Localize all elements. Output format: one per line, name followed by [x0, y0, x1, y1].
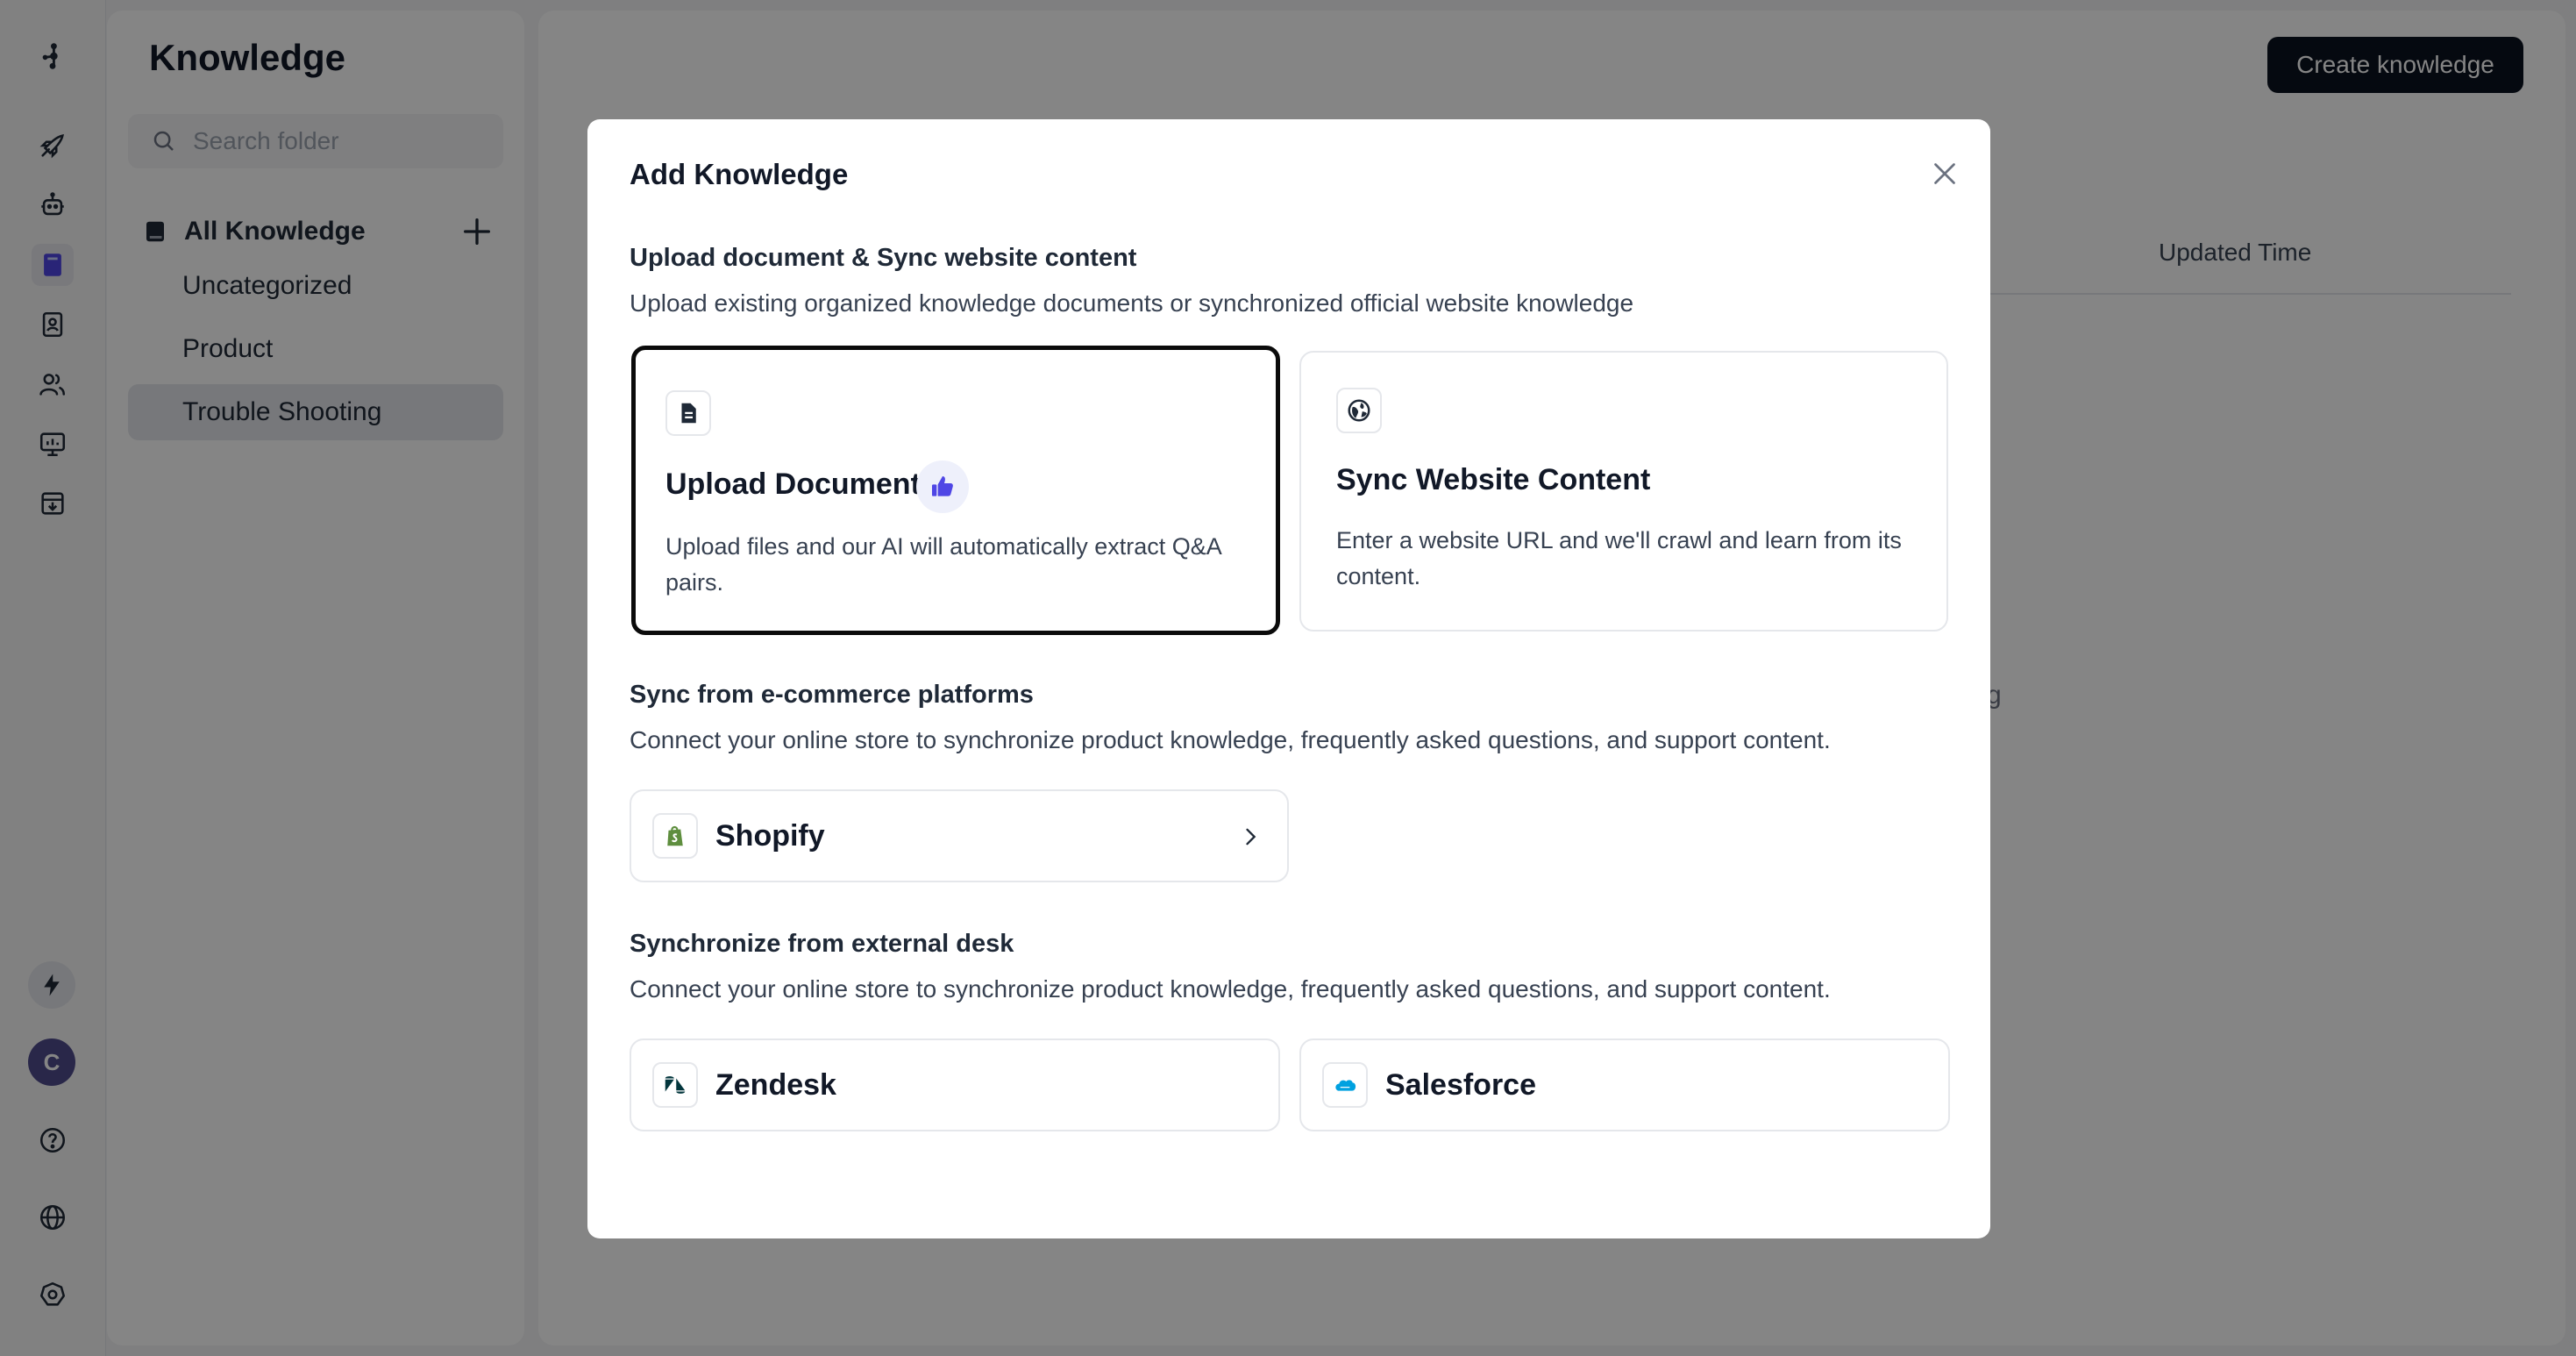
salesforce-option[interactable]: Salesforce: [1299, 1038, 1950, 1131]
upload-document-card[interactable]: Upload Document Upload files and our AI …: [631, 346, 1280, 635]
zendesk-label: Zendesk: [715, 1068, 836, 1102]
section-desc-desk: Connect your online store to synchronize…: [630, 975, 1831, 1003]
shopify-option[interactable]: Shopify: [630, 789, 1289, 882]
sync-website-card[interactable]: Sync Website Content Enter a website URL…: [1299, 351, 1948, 632]
globe-icon: [1336, 388, 1382, 433]
upload-document-title: Upload Document: [665, 467, 921, 501]
section-title-ecommerce: Sync from e-commerce platforms: [630, 681, 1034, 709]
document-icon: [665, 390, 711, 436]
salesforce-icon: [1322, 1062, 1368, 1108]
thumbs-up-icon: [916, 460, 969, 513]
sync-website-title: Sync Website Content: [1336, 463, 1651, 496]
shopify-icon: [652, 813, 698, 859]
add-knowledge-modal: Add Knowledge Upload document & Sync web…: [587, 119, 1990, 1238]
shopify-label: Shopify: [715, 819, 825, 853]
section-desc-upload: Upload existing organized knowledge docu…: [630, 289, 1634, 317]
chevron-right-icon: [1246, 828, 1256, 846]
zendesk-option[interactable]: Zendesk: [630, 1038, 1280, 1131]
close-button[interactable]: [1924, 153, 1966, 195]
sync-website-desc: Enter a website URL and we'll crawl and …: [1336, 527, 1902, 589]
section-title-desk: Synchronize from external desk: [630, 930, 1014, 958]
modal-title: Add Knowledge: [630, 158, 849, 190]
zendesk-icon: [652, 1062, 698, 1108]
salesforce-label: Salesforce: [1385, 1068, 1536, 1102]
section-title-upload: Upload document & Sync website content: [630, 244, 1137, 272]
section-desc-ecommerce: Connect your online store to synchronize…: [630, 726, 1831, 753]
close-icon: [1934, 163, 1955, 184]
upload-document-desc: Upload files and our AI will automatical…: [665, 533, 1221, 596]
